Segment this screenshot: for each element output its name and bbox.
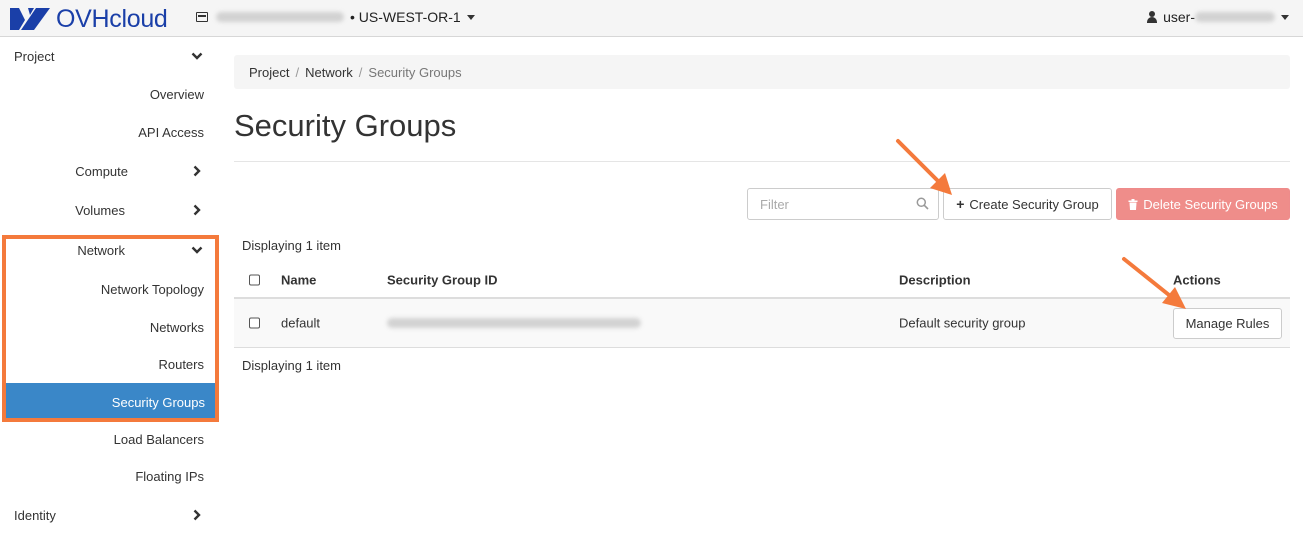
sidebar-item-label: API Access <box>138 124 204 140</box>
display-count-top: Displaying 1 item <box>242 238 341 253</box>
ovhcloud-logo[interactable]: OVHcloud <box>8 5 168 33</box>
table-header: Name Security Group ID Description Actio… <box>234 262 1290 299</box>
chevron-right-icon <box>193 165 201 177</box>
plus-icon: + <box>956 196 965 212</box>
search-icon[interactable] <box>916 197 929 210</box>
caret-down-icon <box>466 14 475 20</box>
sidebar-item-overview[interactable]: Overview <box>0 75 220 113</box>
title-divider <box>234 161 1290 162</box>
header-description[interactable]: Description <box>899 272 971 287</box>
sidebar-item-label: Volumes <box>75 202 125 218</box>
sidebar-item-identity[interactable]: Identity <box>0 496 220 534</box>
delete-security-groups-button[interactable]: Delete Security Groups <box>1116 188 1290 220</box>
header-name[interactable]: Name <box>281 272 316 287</box>
sidebar-item-compute[interactable]: Compute <box>0 152 220 190</box>
filter-input[interactable] <box>748 189 908 219</box>
breadcrumb-separator: / <box>295 64 300 80</box>
sidebar: Project Overview API Access Compute Volu… <box>0 37 220 540</box>
user-icon <box>1147 11 1158 23</box>
chevron-right-icon <box>193 509 201 521</box>
chevron-down-icon <box>191 246 203 254</box>
project-id-redacted <box>216 12 344 22</box>
project-selector[interactable]: • US-WEST-OR-1 <box>196 9 475 25</box>
sidebar-item-network[interactable]: Network <box>0 231 220 269</box>
sidebar-item-label: Compute <box>75 163 128 179</box>
breadcrumb-project[interactable]: Project <box>249 65 289 80</box>
row-checkbox[interactable] <box>249 317 260 329</box>
breadcrumb: Project / Network / Security Groups <box>234 55 1290 89</box>
sidebar-item-label: Security Groups <box>111 394 205 410</box>
sidebar-item-networks[interactable]: Networks <box>0 308 220 346</box>
logo-text: OVHcloud <box>56 4 168 33</box>
sidebar-item-network-topology[interactable]: Network Topology <box>0 270 220 308</box>
sidebar-item-label: Project <box>14 48 55 64</box>
top-bar: OVHcloud • US-WEST-OR-1 user- <box>0 0 1303 37</box>
username-redacted <box>1195 12 1275 22</box>
sidebar-item-security-groups[interactable]: Security Groups <box>6 383 215 421</box>
breadcrumb-network[interactable]: Network <box>305 65 353 80</box>
trash-icon <box>1128 198 1138 210</box>
row-security-group-id-redacted <box>387 318 641 328</box>
row-name[interactable]: default <box>281 316 320 331</box>
select-all-checkbox[interactable] <box>249 274 260 285</box>
sidebar-item-label: Network <box>77 242 125 258</box>
sidebar-item-floating-ips[interactable]: Floating IPs <box>0 457 220 495</box>
sidebar-item-routers[interactable]: Routers <box>0 345 220 383</box>
sidebar-item-label: Routers <box>158 356 204 372</box>
manage-rules-button[interactable]: Manage Rules <box>1173 308 1282 339</box>
sidebar-item-label: Overview <box>149 86 204 102</box>
breadcrumb-separator: / <box>358 64 363 80</box>
sidebar-item-volumes[interactable]: Volumes <box>0 191 220 229</box>
header-security-group-id[interactable]: Security Group ID <box>387 272 498 287</box>
sidebar-item-label: Networks <box>149 319 204 335</box>
chevron-right-icon <box>193 204 201 216</box>
sidebar-item-api-access[interactable]: API Access <box>0 113 220 151</box>
chevron-down-icon <box>191 52 203 60</box>
project-icon <box>196 12 208 22</box>
username-prefix: user- <box>1163 9 1195 25</box>
sidebar-item-label: Floating IPs <box>135 468 204 484</box>
table-row: default Default security group Manage Ru… <box>234 299 1290 348</box>
sidebar-item-project[interactable]: Project <box>0 37 220 75</box>
breadcrumb-current: Security Groups <box>368 64 462 80</box>
user-menu[interactable]: user- <box>1147 9 1289 25</box>
sidebar-item-label: Load Balancers <box>113 431 204 447</box>
ovh-logo-icon <box>10 8 50 30</box>
create-button-label: Create Security Group <box>969 196 1099 212</box>
sidebar-item-load-balancers[interactable]: Load Balancers <box>0 420 220 458</box>
caret-down-icon <box>1281 14 1289 20</box>
display-count-bottom: Displaying 1 item <box>242 358 341 373</box>
sidebar-item-label: Network Topology <box>100 281 204 297</box>
page-title: Security Groups <box>234 108 457 143</box>
delete-button-label: Delete Security Groups <box>1143 196 1278 212</box>
sidebar-item-label: Identity <box>14 507 56 523</box>
create-security-group-button[interactable]: + Create Security Group <box>943 188 1112 220</box>
region-label: • US-WEST-OR-1 <box>350 9 461 25</box>
row-description: Default security group <box>899 315 1026 331</box>
header-actions: Actions <box>1173 272 1221 287</box>
filter-box <box>747 188 939 220</box>
